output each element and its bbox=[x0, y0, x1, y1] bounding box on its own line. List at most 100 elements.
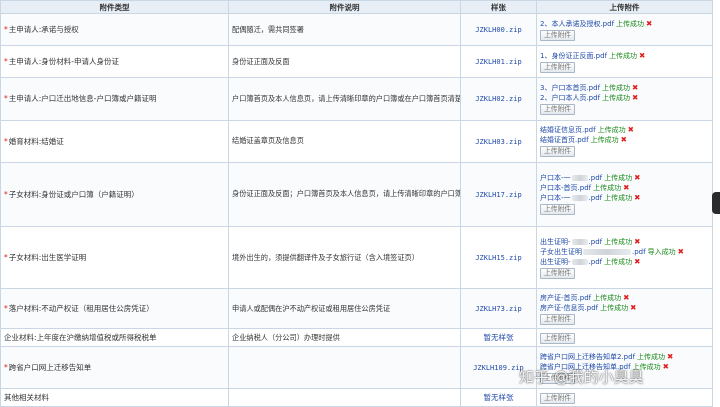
delete-icon[interactable]: ✖ bbox=[632, 83, 638, 92]
file-name: 出生证明- bbox=[540, 257, 571, 266]
delete-icon[interactable]: ✖ bbox=[634, 173, 640, 182]
uploaded-file: 房产证-首页.pdf 上传成功 ✖ bbox=[540, 293, 709, 303]
delete-icon[interactable]: ✖ bbox=[634, 237, 640, 246]
uploaded-file: 2、本人承诺及授权.pdf 上传成功 ✖ bbox=[540, 19, 709, 29]
delete-icon[interactable]: ✖ bbox=[623, 183, 629, 192]
sample-cell: JZKLH01.zip bbox=[460, 45, 537, 79]
file-name: 户口本-一 bbox=[540, 174, 571, 183]
upload-attachment-button[interactable]: 上传附件 bbox=[540, 332, 576, 344]
delete-icon[interactable]: ✖ bbox=[628, 125, 634, 134]
upload-attachment-button[interactable]: 上传附件 bbox=[540, 313, 576, 325]
delete-icon[interactable]: ✖ bbox=[678, 247, 684, 256]
sample-download-link[interactable]: JZKLH73.zip bbox=[475, 305, 521, 313]
delete-icon[interactable]: ✖ bbox=[634, 257, 640, 266]
attachments-table: 附件类型 附件说明 样张 上传附件 *主申请人:承诺与授权 配偶随迁，需共同签署 J… bbox=[0, 0, 713, 407]
file-name: 户口本-首页.pdf bbox=[540, 184, 592, 193]
upload-cell: 结婚证信息页.pdf 上传成功 ✖ 结婚证首页.pdf 上传成功 ✖ 上传附件 bbox=[536, 119, 713, 163]
sample-download-link[interactable]: JZKLH01.zip bbox=[475, 58, 521, 66]
redacted-text bbox=[583, 248, 631, 255]
sample-download-link[interactable]: JZKLH02.zip bbox=[475, 95, 521, 103]
uploaded-file: 2、户口本人页.pdf 上传成功 ✖ bbox=[540, 93, 709, 103]
uploaded-file: 户口本-首页.pdf 上传成功 ✖ bbox=[540, 183, 709, 193]
file-extension: .pdf bbox=[588, 174, 603, 183]
uploaded-file-link[interactable]: 户口本-首页.pdf bbox=[540, 184, 591, 192]
file-extension: .pdf bbox=[632, 247, 646, 256]
table-row: *主申请人:承诺与授权 配偶随迁，需共同签署 JZKLH00.zip 2、本人承诺及授… bbox=[0, 12, 713, 47]
uploaded-file-link[interactable]: 2、本人承诺及授权.pdf bbox=[540, 20, 614, 28]
sample-download-link[interactable]: JZKLH00.zip bbox=[475, 26, 521, 34]
upload-status: 导入成功 bbox=[647, 247, 676, 256]
delete-icon[interactable]: ✖ bbox=[646, 19, 652, 28]
upload-status: 上传成功 bbox=[602, 83, 631, 92]
file-name: 2、户口本人页.pdf bbox=[540, 93, 601, 102]
upload-status: 上传成功 bbox=[600, 303, 629, 312]
upload-cell: 上传附件 bbox=[536, 328, 713, 347]
upload-attachment-button[interactable]: 上传附件 bbox=[540, 61, 576, 73]
watermark: 知乎 @我的小臭臭 bbox=[519, 368, 644, 386]
table-row: *落户材料:不动产权证（租用居住公房凭证） 申请人或配偶在沪不动产权证或租用居住公… bbox=[0, 288, 713, 330]
uploaded-file-link[interactable]: 3、户口本首页.pdf bbox=[540, 84, 600, 92]
header-upload-attachment: 上传附件 bbox=[536, 0, 713, 14]
attachment-description: 境外出生的，须提供翻译件及子女旅行证（含入境签证页） bbox=[228, 226, 461, 290]
uploaded-file-link[interactable]: 户口本-一 .pdf bbox=[540, 174, 602, 182]
delete-icon[interactable]: ✖ bbox=[623, 293, 629, 302]
uploaded-file: 子女出生证明 .pdf 导入成功 ✖ bbox=[540, 247, 709, 257]
delete-icon[interactable]: ✖ bbox=[667, 352, 673, 361]
delete-icon[interactable]: ✖ bbox=[663, 362, 669, 371]
upload-attachment-button[interactable]: 上传附件 bbox=[540, 103, 576, 115]
upload-cell: 上传附件 bbox=[536, 388, 713, 407]
sample-cell: JZKLH15.zip bbox=[460, 226, 537, 290]
file-name: 1、身份证正反面.pdf bbox=[540, 51, 608, 60]
delete-icon[interactable]: ✖ bbox=[639, 51, 645, 60]
sample-download-link[interactable]: JZKLH15.zip bbox=[475, 254, 521, 262]
upload-status: 上传成功 bbox=[609, 51, 638, 60]
delete-icon[interactable]: ✖ bbox=[634, 193, 640, 202]
uploaded-file-link[interactable]: 户口本-一 .pdf bbox=[540, 194, 602, 202]
delete-icon[interactable]: ✖ bbox=[630, 303, 636, 312]
required-mark: * bbox=[4, 94, 8, 104]
upload-attachment-button[interactable]: 上传附件 bbox=[540, 204, 576, 216]
upload-attachment-button[interactable]: 上传附件 bbox=[540, 29, 576, 41]
uploaded-file-link[interactable]: 结婚证信息页.pdf bbox=[540, 126, 596, 134]
required-mark: * bbox=[4, 136, 8, 146]
upload-attachment-button[interactable]: 上传附件 bbox=[540, 267, 576, 279]
uploaded-file-link[interactable]: 子女出生证明 .pdf bbox=[540, 248, 646, 256]
uploaded-file-link[interactable]: 1、身份证正反面.pdf bbox=[540, 52, 607, 60]
upload-status: 上传成功 bbox=[604, 237, 633, 246]
table-row: *主申请人:身份材料-申请人身份证 身份证正面及反面 JZKLH01.zip 1、身份… bbox=[0, 45, 713, 79]
upload-cell: 3、户口本首页.pdf 上传成功 ✖ 2、户口本人页.pdf 上传成功 ✖ 上传附件 bbox=[536, 77, 713, 121]
upload-status: 上传成功 bbox=[604, 174, 633, 183]
attachment-type-label: 落户材料:不动产权证（租用居住公房凭证） bbox=[8, 304, 154, 314]
table-row: *主申请人:户口迁出地信息-户口簿或户籍证明 户口簿首页及本人信息页，请上传清晰印… bbox=[0, 77, 713, 121]
uploaded-file-link[interactable]: 结婚证首页.pdf bbox=[540, 136, 589, 144]
delete-icon[interactable]: ✖ bbox=[621, 135, 627, 144]
no-sample-label: 暂无样张 bbox=[483, 393, 514, 403]
table-row: *子女材料:出生医学证明 境外出生的，须提供翻译件及子女旅行证（含入境签证页） JZ… bbox=[0, 226, 713, 290]
upload-attachment-button[interactable]: 上传附件 bbox=[540, 146, 576, 158]
uploaded-file-link[interactable]: 出生证明- .pdf bbox=[540, 258, 602, 266]
delete-icon[interactable]: ✖ bbox=[632, 93, 638, 102]
table-body: *主申请人:承诺与授权 配偶随迁，需共同签署 JZKLH00.zip 2、本人承诺及授… bbox=[0, 12, 713, 407]
file-name: 房产证-首页.pdf bbox=[540, 293, 592, 302]
upload-attachment-button[interactable]: 上传附件 bbox=[540, 392, 576, 404]
sample-download-link[interactable]: JZKLH109.zip bbox=[473, 364, 524, 372]
uploaded-file: 1、身份证正反面.pdf 上传成功 ✖ bbox=[540, 51, 709, 61]
attachment-type-label: 企业材料:上年度在沪缴纳增值税或所得税税单 bbox=[4, 333, 157, 343]
uploaded-file-link[interactable]: 房产证-首页.pdf bbox=[540, 294, 591, 302]
uploaded-file-link[interactable]: 房产证-信息页.pdf bbox=[540, 304, 598, 312]
sample-download-link[interactable]: JZKLH03.zip bbox=[475, 138, 521, 146]
sample-cell: JZKLH17.zip bbox=[460, 161, 537, 228]
uploaded-file-link[interactable]: 2、户口本人页.pdf bbox=[540, 94, 600, 102]
attachment-description bbox=[228, 345, 461, 390]
attachment-description: 身份证正面及反面；户口簿首页及本人信息页，请上传清晰印章的户口簿或在户口簿首页清… bbox=[228, 161, 461, 228]
attachment-type-label: 主申请人:户口迁出地信息-户口簿或户籍证明 bbox=[8, 94, 157, 104]
upload-status: 上传成功 bbox=[593, 184, 622, 193]
attachment-type-cell: *主申请人:身份材料-申请人身份证 bbox=[0, 45, 229, 79]
uploaded-file-link[interactable]: 出生证明- .pdf bbox=[540, 238, 602, 246]
file-extension: .pdf bbox=[588, 237, 603, 246]
sample-download-link[interactable]: JZKLH17.zip bbox=[475, 191, 521, 199]
file-name: 跨省户口网上迁移告知单2.pdf bbox=[540, 352, 636, 361]
scrollbar-handle[interactable] bbox=[712, 192, 720, 214]
upload-cell: 户口本-一 .pdf 上传成功 ✖ 户口本-首页.pdf 上传成功 ✖ 户口本-一 .pdf 上传… bbox=[536, 161, 713, 228]
uploaded-file-link[interactable]: 跨省户口网上迁移告知单2.pdf bbox=[540, 353, 635, 361]
